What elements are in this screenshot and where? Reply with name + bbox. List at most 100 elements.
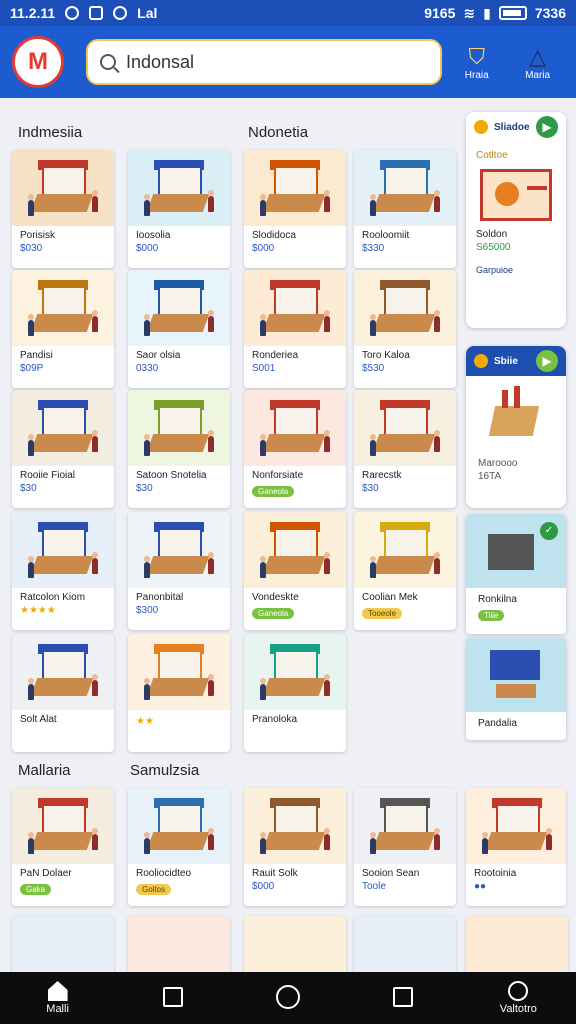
section-title-1: Indmesiia [18,124,83,141]
nav-home-circle[interactable] [248,985,328,1011]
cards-card[interactable]: Toro Kaloa $530 [354,270,456,388]
cards-card[interactable]: Ronderiea S001 [244,270,346,388]
cards-card[interactable]: Rooloomiit $330 [354,150,456,268]
store-name: Rootoinia [474,868,517,879]
store-card-partial[interactable] [12,916,114,972]
cards-card[interactable]: Solt Alat [12,634,114,752]
chat-icon [508,981,529,1001]
bottom_cards-card[interactable]: Sooion Sean Toole [354,788,456,906]
cards-card[interactable]: Pandisi $09P [12,270,114,388]
store-illustration [244,634,346,710]
arrow-right-icon[interactable]: ▶ [536,116,558,138]
nav-recents[interactable] [363,987,443,1009]
store-name: Vondeskte [252,592,299,603]
home-circle-icon [275,985,300,1009]
side-card-3-name: Ronkilna [478,594,517,605]
store-illustration [128,788,230,864]
cards-card[interactable]: Nonforsiate Ganeola [244,390,346,508]
store-name: Satoon Snotelia [136,470,207,481]
store-illustration [12,634,114,710]
store-illustration [354,150,456,226]
search-bar[interactable] [86,39,443,85]
nav-back[interactable] [133,987,213,1009]
bottom_cards-card[interactable]: PaN Dolaer Gaka [12,788,114,906]
store-illustration [244,512,346,588]
featured-card-top[interactable]: Sliadoe ▶ Cotltoe Soldon S65000 Garpuioe [466,112,566,328]
cards-card[interactable]: Porisisk $030 [12,150,114,268]
rating-stars: ★★★★ [20,605,56,616]
notification-icon [65,6,80,20]
cards-card[interactable]: Vondeskte Ganeola [244,512,346,630]
clock-text: 11.2.11 [10,5,56,21]
store-tag: Gaka [20,884,52,895]
store-name: Rarecstk [362,470,402,481]
store-illustration [128,150,230,226]
network-label: 9165 [424,5,456,21]
logo-text: M [28,48,48,75]
store-name: Ratcolon Kiom [20,592,86,603]
store-price: $30 [20,483,37,494]
cards-card[interactable]: Satoon Snotelia $30 [128,390,230,508]
store-price: $09P [20,363,44,374]
store-price: 0330 [136,363,159,374]
store-illustration [354,270,456,346]
nav-home[interactable]: Malli [18,981,98,1015]
bottom-navigation: Malli Valtotro [0,972,576,1024]
store-price: $000 [252,243,275,254]
featured-card-mid-name: Maroooo [478,458,518,469]
side-card-4-image [466,638,566,712]
app-logo[interactable]: M [12,36,64,88]
header-button-1[interactable]: ⛉ Hraia [450,44,503,81]
search-input[interactable] [126,51,426,73]
side-card-4[interactable]: Pandalia [466,638,566,740]
store-card-partial[interactable] [128,916,230,972]
cards-card[interactable]: Ratcolon Kiom ★★★★ [12,512,114,630]
store-card-partial[interactable] [244,916,346,972]
store-illustration [12,270,114,346]
featured-card-head: Sliadoe [494,121,530,133]
bottom_cards-card[interactable]: Rootoinia ●● [466,788,566,906]
section-title-2: Ndonetia [248,124,309,141]
store-illustration [128,270,230,346]
store-illustration [354,512,456,588]
cards-card[interactable]: Rarecstk $30 [354,390,456,508]
store-price: $30 [362,483,379,494]
store-card-partial[interactable] [354,916,456,972]
cards-card[interactable]: Rooiie Fioial $30 [12,390,114,508]
arrow-right-icon[interactable]: ▶ [536,350,558,372]
store-name: Ioosolia [136,230,171,241]
featured-card-price: S65000 [476,242,511,253]
cards-card[interactable]: Panonbital $300 [128,512,230,630]
side-card-3[interactable]: ✓ Ronkilna Tiiie [466,514,566,634]
cards-card[interactable]: Ioosolia $000 [128,150,230,268]
cards-card[interactable]: ★★ [128,634,230,752]
store-name: Ronderiea [252,350,299,361]
store-price: $030 [20,243,43,254]
store-illustration [354,788,456,864]
badge-icon [474,120,488,134]
store-card-partial[interactable] [466,916,568,972]
bottom_cards-card[interactable]: Rooliocidteo Goltos [128,788,230,906]
store-tag: Ganeola [252,608,295,619]
store-name: Sooion Sean [362,868,420,879]
store-name: Solt Alat [20,714,57,725]
header-button-1-label: Hraia [464,69,489,81]
store-name: Porisisk [20,230,56,241]
cards-card[interactable]: Pranoloka [244,634,346,752]
triangle-icon: △ [529,43,547,69]
cards-card[interactable]: Saor olsia 0330 [128,270,230,388]
featured-card-mid[interactable]: Sbiie ▶ Maroooo 16TA [466,346,566,508]
store-illustration [128,634,230,710]
cards-card[interactable]: Slodidoca $000 [244,150,346,268]
header-button-2[interactable]: △ Maria [511,44,564,81]
bottom_cards-card[interactable]: Rauit Solk $000 [244,788,346,906]
store-illustration [12,150,114,226]
back-square-icon [162,987,183,1007]
featured-card-footer: Garpuioe [476,265,514,275]
store-illustration [466,788,566,864]
side-card-3-tag: Tiiie [478,610,505,621]
featured-card-mid-header: Sbiie ▶ [466,346,566,376]
nav-profile[interactable]: Valtotro [478,981,558,1015]
store-name: Saor olsia [136,350,181,361]
cards-card[interactable]: Coolian Mek Tooeole [354,512,456,630]
